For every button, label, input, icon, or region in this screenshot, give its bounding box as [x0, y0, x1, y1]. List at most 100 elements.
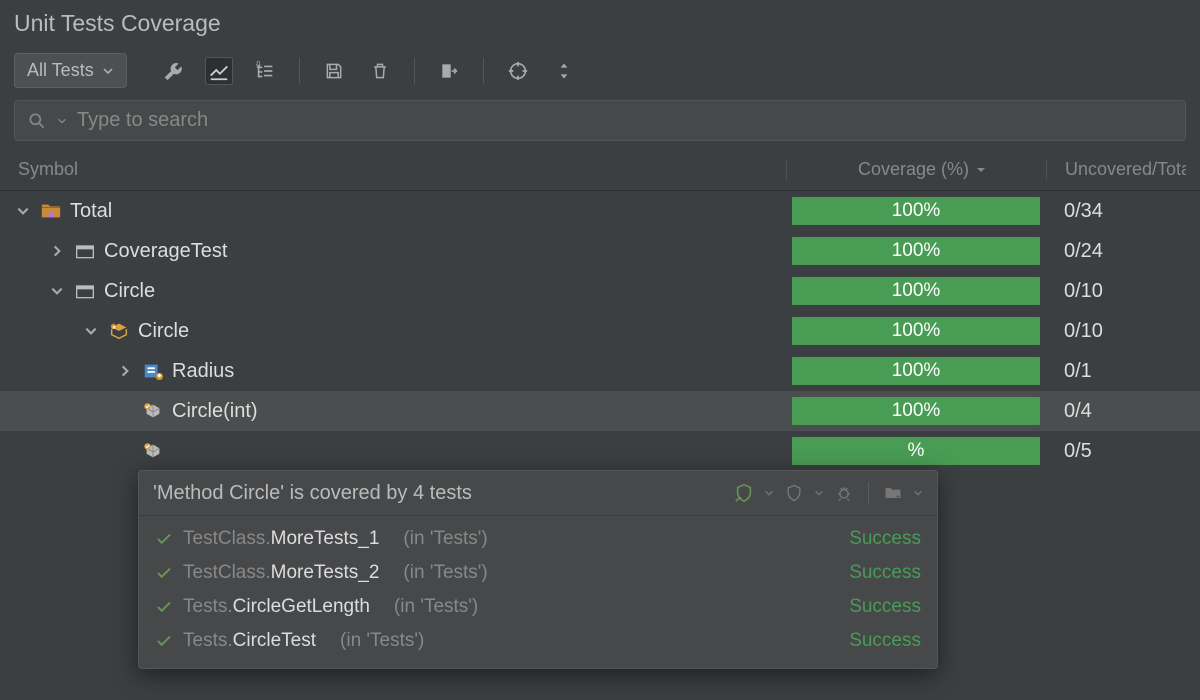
check-icon [155, 632, 173, 650]
covering-tests-popup: 'Method Circle' is covered by 4 tests + … [138, 470, 938, 669]
tree-node-label: Circle [138, 320, 189, 343]
highlight-icon[interactable] [205, 57, 233, 85]
check-icon [155, 564, 173, 582]
coverage-bar: 100% [792, 357, 1040, 385]
svg-text:+: + [896, 492, 901, 502]
expander-toggle[interactable] [14, 202, 32, 220]
expander-toggle[interactable] [48, 282, 66, 300]
tree-node-label: Radius [172, 360, 234, 383]
coverage-cell: 100% [786, 397, 1046, 425]
test-status: Success [849, 562, 921, 584]
tree-row[interactable]: Circle(int) 100%0/4 [0, 391, 1200, 431]
toolbar-separator [414, 58, 415, 84]
tree-row-label-area: Circle(int) [0, 400, 786, 423]
toolbar-separator [483, 58, 484, 84]
uncovered-cell: 0/1 [1046, 360, 1186, 383]
folder-add-icon[interactable]: + [881, 481, 905, 505]
column-symbol[interactable]: Symbol [18, 159, 786, 180]
popup-test-row[interactable]: Tests.CircleTest (in 'Tests') Success [139, 624, 937, 658]
tree-row[interactable]: Radius 100% 0/1 [0, 351, 1200, 391]
coverage-bar: 100% [792, 277, 1040, 305]
uncovered-cell: 0/34 [1046, 200, 1186, 223]
coverage-bar: 100% [792, 317, 1040, 345]
tree-row-label-area [0, 440, 786, 462]
tree-row[interactable]: ★Circle100%0/10 [0, 311, 1200, 351]
toolbar-separator [299, 58, 300, 84]
column-headers: Symbol Coverage (%) Uncovered/Total Stmt… [0, 149, 1200, 191]
test-name: Tests.CircleGetLength [183, 596, 370, 618]
test-location: (in 'Tests') [340, 630, 424, 652]
test-location: (in 'Tests') [394, 596, 478, 618]
tree-node-label: Total [70, 200, 112, 223]
trash-icon[interactable] [366, 57, 394, 85]
wrench-icon[interactable] [159, 57, 187, 85]
save-icon[interactable] [320, 57, 348, 85]
sort-desc-icon [975, 164, 987, 176]
check-icon [155, 530, 173, 548]
group-icon[interactable]: {} [251, 57, 279, 85]
coverage-bar: % [792, 437, 1040, 465]
coverage-bar: 100% [792, 197, 1040, 225]
tests-scope-dropdown[interactable]: All Tests [14, 53, 127, 88]
test-status: Success [849, 596, 921, 618]
toolbar: All Tests {} [0, 49, 1200, 100]
expander-toggle[interactable] [82, 322, 100, 340]
uncovered-cell: 0/4 [1046, 400, 1186, 423]
search-bar[interactable] [14, 100, 1186, 141]
tree-row[interactable]: CoverageTest 100% 0/24 [0, 231, 1200, 271]
test-name: TestClass.MoreTests_1 [183, 528, 379, 550]
target-icon[interactable] [504, 57, 532, 85]
svg-text:{}: {} [256, 60, 261, 68]
test-name: Tests.CircleTest [183, 630, 316, 652]
chevron-down-icon[interactable] [814, 488, 824, 498]
popup-test-list: TestClass.MoreTests_1(in 'Tests')Success… [139, 516, 937, 668]
expander-toggle[interactable] [48, 242, 66, 260]
namespace-icon [74, 240, 96, 262]
run-shield-icon[interactable] [732, 481, 756, 505]
uncovered-cell: 0/24 [1046, 240, 1186, 263]
tree-node-label: Circle(int) [172, 400, 258, 423]
coverage-cell: 100% [786, 197, 1046, 225]
test-location: (in 'Tests') [403, 562, 487, 584]
tree-row[interactable]: Circle100%0/10 [0, 271, 1200, 311]
chevron-down-icon[interactable] [764, 488, 774, 498]
method-icon [142, 400, 164, 422]
property-icon [142, 360, 164, 382]
column-coverage-label: Coverage (%) [858, 159, 969, 180]
tree-node-label: Circle [104, 280, 155, 303]
expander-placeholder [116, 402, 134, 420]
tree-row[interactable]: % 0/5 [0, 431, 1200, 471]
column-coverage[interactable]: Coverage (%) [786, 159, 1046, 180]
export-icon[interactable] [435, 57, 463, 85]
chevron-down-icon[interactable] [913, 488, 923, 498]
test-status: Success [849, 630, 921, 652]
column-uncovered[interactable]: Uncovered/Total Stmts. [1046, 159, 1186, 180]
coverage-cell: 100% [786, 317, 1046, 345]
collapse-icon[interactable] [550, 57, 578, 85]
popup-separator [868, 482, 869, 504]
shield-outline-icon[interactable] [782, 481, 806, 505]
namespace-icon [74, 280, 96, 302]
bug-icon[interactable] [832, 481, 856, 505]
svg-text:★: ★ [112, 324, 117, 331]
tree-row-label-area: ★ Circle [0, 320, 786, 343]
search-icon [27, 111, 47, 131]
tree-row-label-area: Radius [0, 360, 786, 383]
tree-row[interactable]: Total 100% 0/34 [0, 191, 1200, 231]
tree-row-label-area: Circle [0, 280, 786, 303]
popup-toolbar: + [732, 481, 923, 505]
popup-test-row[interactable]: TestClass.MoreTests_1(in 'Tests')Success [139, 522, 937, 556]
chevron-down-icon[interactable] [57, 116, 67, 126]
search-input[interactable] [77, 109, 1173, 132]
expander-toggle[interactable] [116, 362, 134, 380]
coverage-bar: 100% [792, 237, 1040, 265]
folder-total-icon [40, 200, 62, 222]
uncovered-cell: 0/5 [1046, 440, 1186, 463]
panel-title: Unit Tests Coverage [0, 0, 1200, 49]
class-icon: ★ [108, 320, 130, 342]
chevron-down-icon [102, 65, 114, 77]
popup-title: 'Method Circle' is covered by 4 tests [153, 482, 722, 505]
tree-row-label-area: CoverageTest [0, 240, 786, 263]
popup-test-row[interactable]: TestClass.MoreTests_2(in 'Tests')Success [139, 556, 937, 590]
popup-test-row[interactable]: Tests.CircleGetLength (in 'Tests') Success [139, 590, 937, 624]
